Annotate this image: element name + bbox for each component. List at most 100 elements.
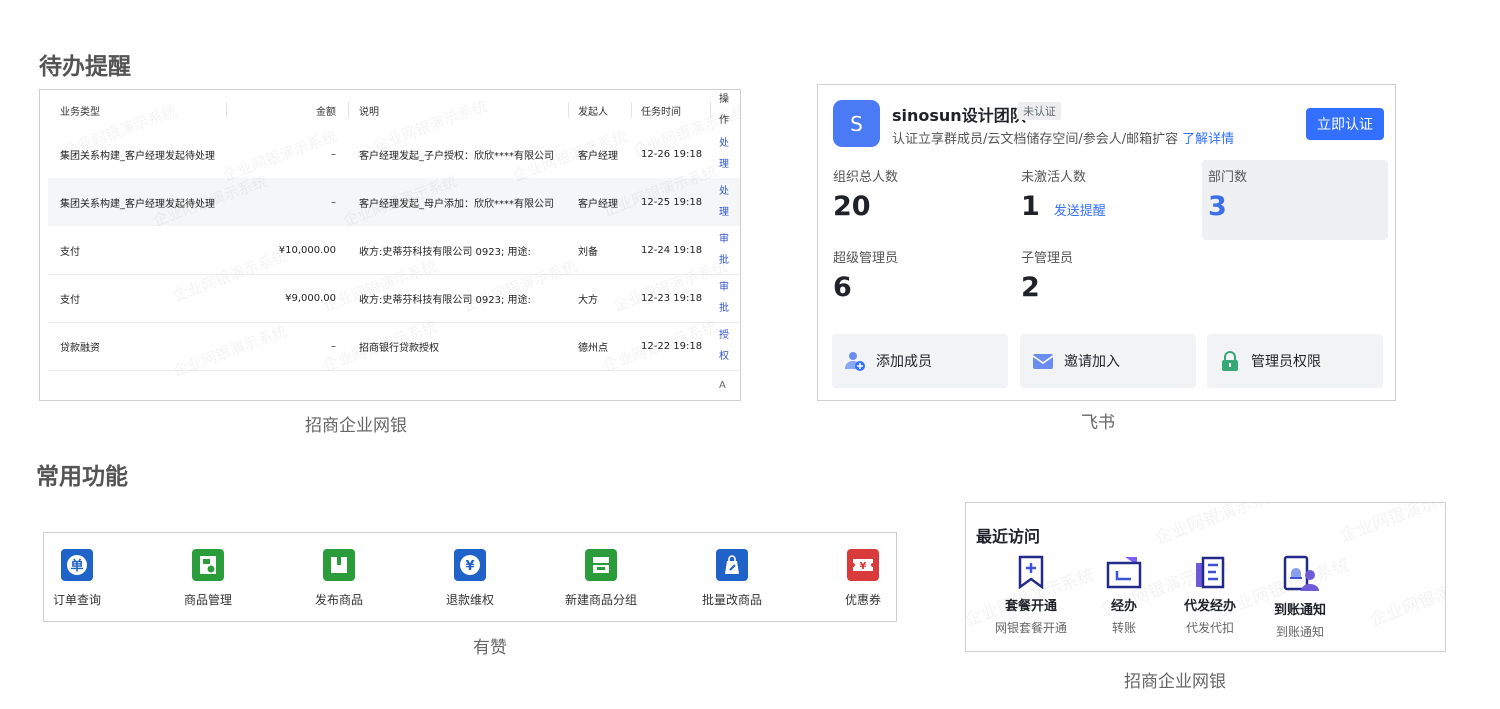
row-time: 12-25 19:18: [641, 196, 703, 208]
add-member-button[interactable]: 添加成员: [832, 334, 1008, 388]
row-desc: 招商银行贷款授权: [359, 342, 439, 354]
header-initiator: 发起人: [578, 106, 608, 118]
stat-label: 超级管理员: [833, 251, 899, 266]
func-label: 新建商品分组: [564, 593, 637, 607]
row-type: 支付: [60, 294, 80, 306]
common-functions-bar: 单 订单查询 商品管理 发布商品 ¥ 退款维权 新建商品分组 批量改商品 ¥ 优…: [43, 532, 897, 622]
stat-label: 部门数: [1208, 170, 1248, 185]
publish-product-icon: [323, 549, 355, 581]
admin-permission-label: 管理员权限: [1251, 354, 1321, 370]
team-name: sinosun设计团队: [892, 106, 1026, 125]
invite-join-button[interactable]: 邀请加入: [1020, 334, 1196, 388]
header-op: 操作: [719, 94, 729, 126]
lock-icon: [1222, 351, 1238, 371]
common-functions-section-title: 常用功能: [36, 464, 128, 490]
func-label: 优惠券: [844, 593, 881, 607]
row-amount: –: [331, 148, 336, 160]
func-order-query[interactable]: 单 订单查询: [32, 549, 122, 608]
stat-inactive-members: 未激活人数 1 发送提醒: [1015, 160, 1201, 240]
func-label: 订单查询: [52, 593, 101, 607]
recent-visits-caption: 招商企业网银: [1124, 672, 1226, 692]
stat-value: 3: [1208, 191, 1227, 222]
stat-super-admins: 超级管理员 6: [827, 241, 1013, 321]
row-initiator: 德州点: [578, 342, 608, 354]
feishu-team-card: S sinosun设计团队 未认证 认证立享群成员/云文档储存空间/参会人/邮箱…: [817, 84, 1396, 401]
row-amount: –: [331, 340, 336, 352]
row-initiator: 客户经理: [578, 150, 618, 162]
process-link[interactable]: 处理: [719, 178, 729, 226]
row-time: 12-23 19:18: [641, 292, 703, 304]
row-type: 集团关系构建_客户经理发起待处理: [60, 198, 215, 210]
watermark-text: 企业网银演示系统: [1337, 502, 1446, 547]
func-publish-product[interactable]: 发布商品: [294, 549, 384, 608]
header-time: 任务时间: [641, 106, 681, 118]
stat-label: 组织总人数: [833, 170, 899, 185]
watermark-text: 企业网银演示系统: [1367, 565, 1446, 631]
row-amount: ¥10,000.00: [278, 244, 336, 256]
stat-value: 2: [1021, 272, 1040, 303]
func-new-product-group[interactable]: 新建商品分组: [556, 549, 646, 608]
transfer-icon: [1106, 557, 1142, 589]
recent-item-label: 到账通知: [1273, 603, 1326, 618]
table-row: 集团关系构建_客户经理发起待处理 – 客户经理发起_母户添加：欣欣****有限公…: [48, 178, 740, 226]
learn-more-link[interactable]: 了解详情: [1182, 132, 1234, 147]
stat-value: 1: [1021, 191, 1040, 222]
func-label: 商品管理: [183, 593, 232, 607]
func-label: 发布商品: [314, 593, 363, 607]
table-header-row: 业务类型 金额 说明 发起人 任务时间 操作: [48, 90, 740, 130]
header-desc: 说明: [359, 106, 379, 118]
youzan-caption: 有赞: [473, 638, 507, 658]
row-desc: 收方:史蒂芬科技有限公司 0923; 用途:: [359, 294, 531, 306]
row-desc: 收方:史蒂芬科技有限公司 0923; 用途:: [359, 246, 531, 258]
invite-join-label: 邀请加入: [1064, 354, 1120, 370]
func-refund-rights[interactable]: ¥ 退款维权: [425, 549, 515, 608]
recent-item-sublabel: 转账: [1111, 621, 1136, 635]
order-icon: 单: [61, 549, 93, 581]
stat-sub-admins: 子管理员 2: [1015, 241, 1201, 321]
recent-item-handle[interactable]: 经办 转账: [1079, 555, 1169, 636]
product-group-icon: [585, 549, 617, 581]
todo-table: 业务类型 金额 说明 发起人 任务时间 操作 集团关系构建_客户经理发起待处理 …: [39, 89, 741, 401]
add-member-label: 添加成员: [876, 354, 932, 370]
row-time: 12-24 19:18: [641, 244, 703, 256]
row-type: 支付: [60, 246, 80, 258]
coupon-icon: ¥: [847, 549, 879, 581]
package-open-icon: [1018, 555, 1044, 589]
recent-item-sublabel: 到账通知: [1275, 625, 1324, 639]
func-label: 批量改商品: [701, 593, 762, 607]
partial-op: A: [719, 379, 726, 391]
row-time: 12-26 19:18: [641, 148, 703, 160]
row-type: 贷款融资: [60, 342, 100, 354]
row-initiator: 客户经理: [578, 198, 618, 210]
product-management-icon: [192, 549, 224, 581]
stat-total-members: 组织总人数 20: [827, 160, 1013, 240]
payroll-document-icon: [1196, 556, 1225, 589]
feishu-caption: 飞书: [1081, 413, 1115, 433]
row-desc: 客户经理发起_子户授权：欣欣****有限公司: [359, 150, 554, 162]
process-link[interactable]: 处理: [719, 130, 729, 178]
svg-text:单: 单: [70, 558, 83, 574]
table-row: 支付 ¥9,000.00 收方:史蒂芬科技有限公司 0923; 用途: 大方 1…: [48, 274, 740, 322]
approve-link[interactable]: 审批: [719, 226, 729, 274]
authorize-link[interactable]: 授权: [719, 322, 729, 370]
approve-link[interactable]: 审批: [719, 274, 729, 322]
recent-item-arrival-notice[interactable]: 到账通知 到账通知: [1255, 555, 1345, 640]
row-type: 集团关系构建_客户经理发起待处理: [60, 150, 215, 162]
func-product-management[interactable]: 商品管理: [163, 549, 253, 608]
recent-visits-title: 最近访问: [976, 527, 1041, 546]
recent-item-payroll[interactable]: 代发经办 代发代扣: [1165, 555, 1255, 636]
batch-edit-icon: [716, 549, 748, 581]
todo-section-title: 待办提醒: [39, 54, 131, 80]
table-row: 贷款融资 – 招商银行贷款授权 德州点 12-22 19:18 授权: [48, 322, 740, 370]
row-time: 12-22 19:18: [641, 340, 703, 352]
admin-permission-button[interactable]: 管理员权限: [1207, 334, 1383, 388]
send-reminder-link[interactable]: 发送提醒: [1054, 200, 1106, 219]
func-batch-edit-products[interactable]: 批量改商品: [687, 549, 777, 608]
func-coupon[interactable]: ¥ 优惠券: [818, 549, 908, 608]
verify-now-button[interactable]: 立即认证: [1306, 108, 1384, 140]
invite-mail-icon: [1032, 354, 1054, 369]
recent-item-package[interactable]: 套餐开通 网银套餐开通: [986, 555, 1076, 636]
stat-departments[interactable]: 部门数 3: [1202, 160, 1388, 240]
stat-label: 未激活人数: [1021, 170, 1087, 185]
stat-value: 6: [833, 272, 852, 303]
